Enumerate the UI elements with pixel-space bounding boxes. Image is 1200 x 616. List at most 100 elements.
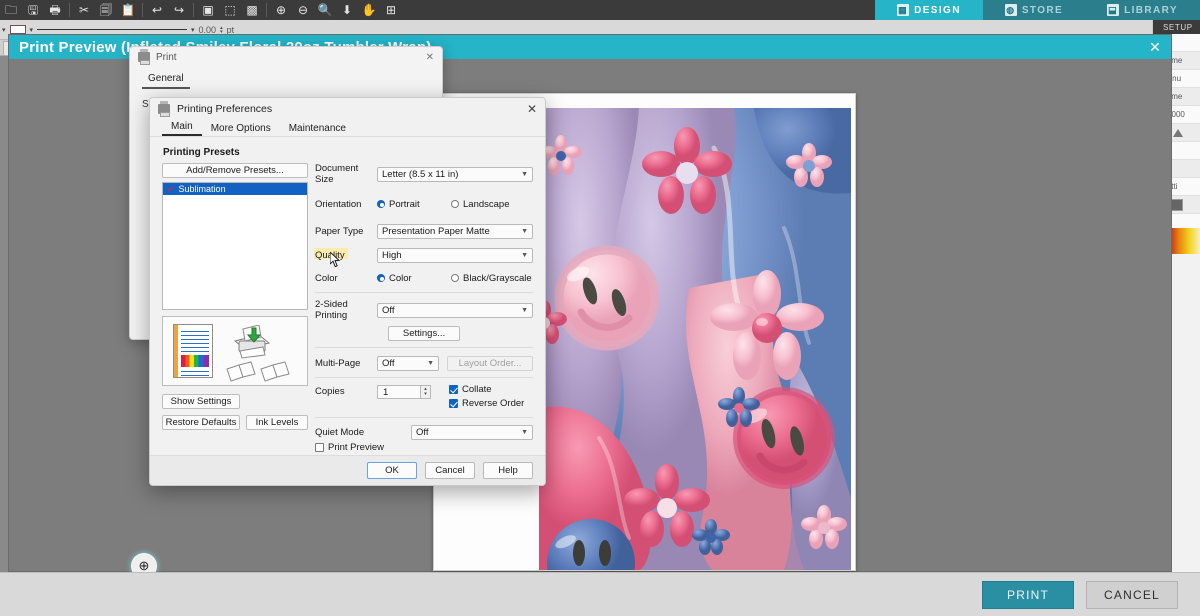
cancel-button[interactable]: CANCEL [1086,580,1178,609]
chevron-down-icon[interactable]: ▾ [191,26,195,34]
tab-maintenance[interactable]: Maintenance [280,123,355,136]
copies-row: Copies 1 ▴ ▾ Collate Reverse Order [315,384,533,409]
windows-print-titlebar: Print ✕ [130,47,442,67]
copies-input[interactable]: 1 [377,385,421,399]
nav-tab-library[interactable]: ⬓ LIBRARY [1085,0,1200,20]
tab-more-options[interactable]: More Options [202,123,280,136]
undo-icon[interactable]: ↩ [146,1,168,20]
triangle-icon [1173,128,1183,137]
line-color-swatch[interactable] [9,25,26,34]
copies-stepper[interactable]: 1 ▴ ▾ [377,385,431,399]
line-width-stepper[interactable]: ▴ ▾ [220,25,223,34]
printer-icon [158,101,170,117]
color-option-grayscale[interactable]: Black/Grayscale [451,273,532,284]
help-button[interactable]: Help [483,462,533,479]
document-size-select[interactable]: Letter (8.5 x 11 in) ▼ [377,166,533,182]
application-root: 🗀 🖫 🖶 ✂ 🗐 📋 ↩ ↪ ▣ ⬚ ▩ ⊕ ⊖ 🔍 ⬇ ✋ ⊞ ▦ DESI… [0,0,1200,616]
chevron-down-icon[interactable]: ▾ [30,26,34,34]
preferences-footer: OK Cancel Help [150,455,545,485]
orientation-portrait-option[interactable]: Portrait [377,199,451,210]
print-preview-label: Print Preview [328,442,384,453]
tab-general[interactable]: General [142,71,190,89]
orientation-landscape-option[interactable]: Landscape [451,199,509,210]
chevron-down-icon: ▼ [427,359,434,367]
show-settings-button[interactable]: Show Settings [162,394,240,409]
quality-select[interactable]: High ▼ [377,247,533,263]
close-icon[interactable]: ✕ [1149,39,1161,56]
print-button[interactable]: PRINT [982,580,1074,609]
ink-levels-button[interactable]: Ink Levels [246,415,308,430]
nav-tab-store[interactable]: ◍ STORE [982,0,1086,20]
radio-icon [451,274,459,282]
divider [315,292,533,293]
chevron-down-icon[interactable]: ▾ [2,26,6,34]
artwork-preview [539,108,851,570]
divider [315,347,533,348]
preferences-title: Printing Preferences [177,103,273,115]
two-sided-label: 2-Sided Printing [315,299,348,321]
nav-tab-design[interactable]: ▦ DESIGN [875,0,983,20]
grid-icon: ▦ [897,4,910,16]
two-sided-settings-button[interactable]: Settings... [388,326,460,341]
zoom-out-icon[interactable]: ⊖ [292,1,314,20]
toolbar-separator [193,3,194,17]
line-width-value[interactable]: 0.00 [199,25,217,35]
restore-defaults-button[interactable]: Restore Defaults [162,415,240,430]
multipage-value: Off [382,357,395,369]
mouse-cursor [329,250,341,268]
quiet-mode-select[interactable]: Off ▼ [411,424,533,440]
copy-icon[interactable]: 🗐 [95,1,117,20]
line-style-preview[interactable] [37,29,188,30]
collate-label: Collate [462,384,492,395]
paste-icon[interactable]: 📋 [117,1,139,20]
checkbox-icon [449,399,458,408]
zoom-fit-icon[interactable]: ⬇ [336,1,358,20]
ungroup-icon[interactable]: ⬚ [219,1,241,20]
two-sided-value: Off [382,304,395,316]
preferences-tabs: Main More Options Maintenance [150,120,545,137]
zoom-region-icon[interactable]: 🔍 [314,1,336,20]
two-sided-select[interactable]: Off ▼ [377,302,533,318]
collate-checkbox[interactable]: Collate [449,384,524,395]
radio-icon [377,200,385,208]
layout-order-button: Layout Order... [447,355,533,371]
presets-list[interactable]: ✔ Sublimation [162,182,308,310]
quality-value: High [382,249,402,261]
print-preview-checkbox[interactable]: Print Preview [315,442,533,453]
preset-label: Sublimation [178,184,226,194]
multipage-row: Multi-Page Off ▼ Layout Order... [315,354,533,372]
weld-icon[interactable]: ▩ [241,1,263,20]
copies-checkbox-group: Collate Reverse Order [449,384,524,409]
list-item[interactable]: ✔ Sublimation [163,183,307,195]
multipage-label: Multi-Page [315,357,361,369]
color-option-color-label: Color [389,272,412,284]
save-icon[interactable]: 🖫 [22,1,44,20]
redo-icon[interactable]: ↪ [168,1,190,20]
group-icon[interactable]: ▣ [197,1,219,20]
orientation-label: Orientation [315,198,362,210]
quiet-mode-row: Quiet Mode Off ▼ [315,424,533,440]
multipage-select[interactable]: Off ▼ [377,355,439,371]
checkbox-icon [449,385,458,394]
paper-type-select[interactable]: Presentation Paper Matte ▼ [377,223,533,239]
cancel-button[interactable]: Cancel [425,462,475,479]
color-option-color[interactable]: Color [377,273,451,284]
grid-icon[interactable]: ⊞ [380,1,402,20]
add-remove-presets-button[interactable]: Add/Remove Presets... [162,163,308,178]
pan-icon[interactable]: ✋ [358,1,380,20]
orientation-portrait-label: Portrait [389,198,420,210]
paper-type-value: Presentation Paper Matte [382,225,490,237]
ok-button[interactable]: OK [367,462,417,479]
print-icon[interactable]: 🖶 [44,1,66,20]
copies-spin-arrows[interactable]: ▴ ▾ [421,385,431,399]
close-icon[interactable]: ✕ [527,102,537,116]
divider [315,417,533,418]
zoom-in-icon[interactable]: ⊕ [270,1,292,20]
document-size-row: Document Size Letter (8.5 x 11 in) ▼ [315,163,533,185]
close-icon[interactable]: ✕ [426,52,434,63]
open-folder-icon[interactable]: 🗀 [0,1,22,20]
orientation-row: Orientation Portrait Landscape [315,195,533,213]
tab-main[interactable]: Main [162,121,202,136]
cut-icon[interactable]: ✂ [73,1,95,20]
reverse-order-checkbox[interactable]: Reverse Order [449,398,524,409]
